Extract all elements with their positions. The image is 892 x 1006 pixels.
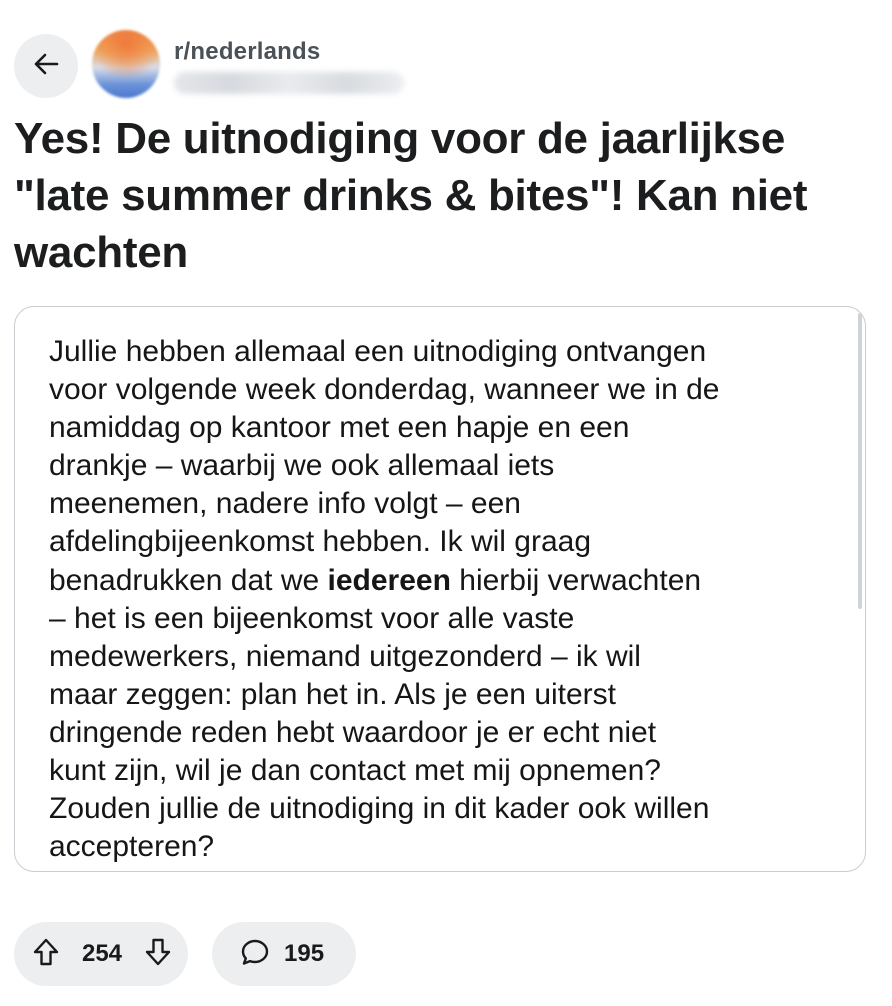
image-text-bold: iedereen — [327, 563, 451, 597]
post-image[interactable]: Jullie hebben allemaal een uitnodiging o… — [14, 306, 866, 872]
comment-bubble-icon — [240, 937, 270, 972]
comment-count: 195 — [284, 940, 325, 967]
username-blurred — [174, 72, 404, 94]
subreddit-name[interactable]: r/nederlands — [174, 38, 320, 66]
vote-bar: 254 — [14, 922, 188, 986]
image-text-part-1: Jullie hebben allemaal een uitnodiging o… — [49, 335, 720, 597]
upvote-arrow-icon — [32, 937, 60, 972]
image-scrollbar[interactable] — [858, 313, 862, 609]
upvote-button[interactable] — [30, 938, 62, 970]
downvote-button[interactable] — [142, 938, 174, 970]
downvote-arrow-icon — [144, 937, 172, 972]
image-text: Jullie hebben allemaal een uitnodiging o… — [49, 333, 849, 866]
vote-count: 254 — [81, 940, 123, 967]
image-text-part-2: hierbij verwachten – het is een bijeenko… — [49, 563, 710, 864]
back-button[interactable] — [14, 34, 78, 98]
comments-button[interactable]: 195 — [212, 922, 356, 986]
arrow-left-icon — [31, 49, 61, 84]
post-title: Yes! De uitnodiging voor de jaarlijkse "… — [14, 114, 808, 277]
subreddit-avatar[interactable] — [92, 30, 160, 98]
